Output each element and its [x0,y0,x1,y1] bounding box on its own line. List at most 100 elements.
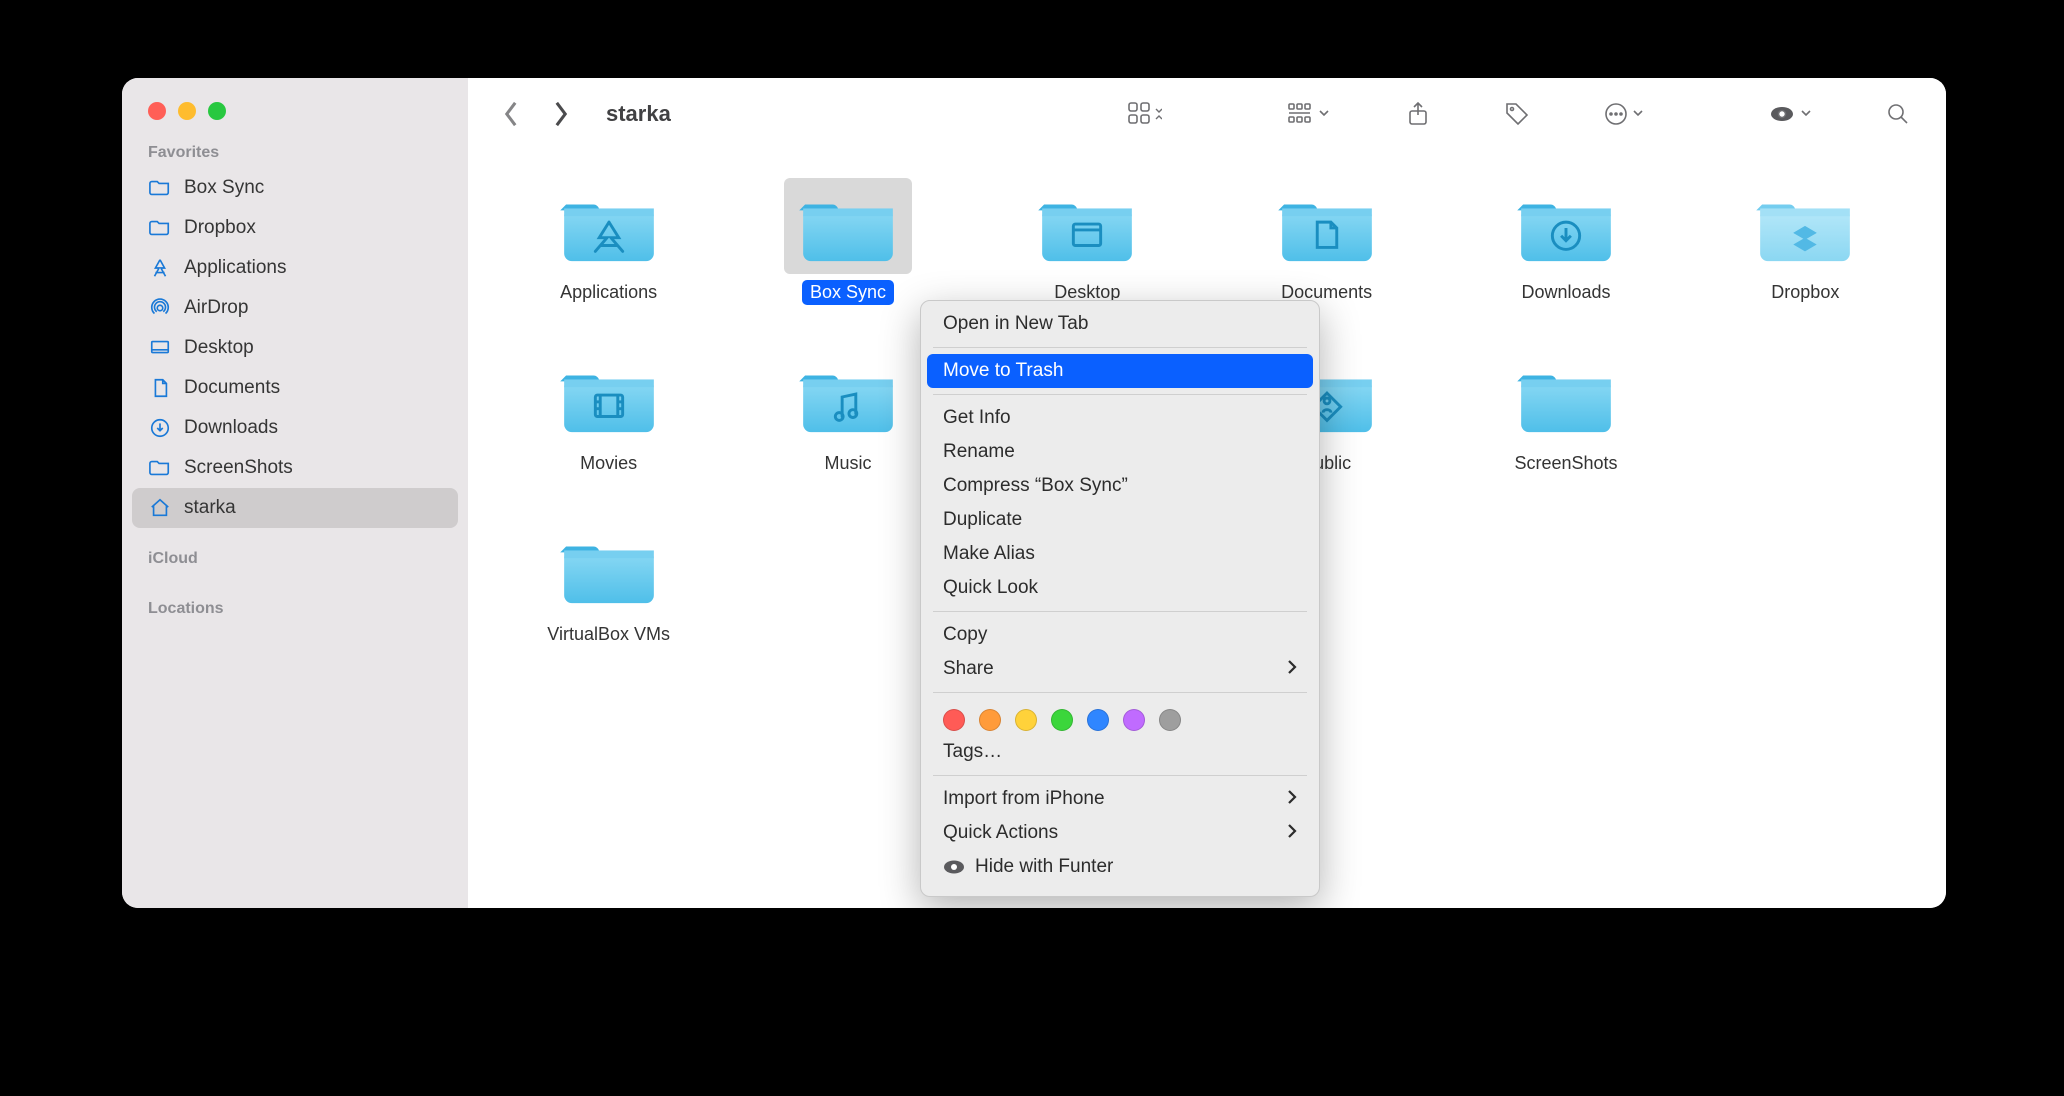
sidebar-item-label: Downloads [184,417,278,439]
folder-icon [1502,178,1630,274]
sidebar-item-label: Box Sync [184,177,264,199]
sidebar-section-favorites: Favorites [122,140,468,168]
folder-label: Downloads [1513,280,1618,305]
folder-box-sync[interactable]: Box Sync [733,178,962,305]
back-button[interactable] [496,94,526,134]
sidebar-item-applications[interactable]: Applications [132,248,458,288]
sidebar-item-screenshots[interactable]: ScreenShots [132,448,458,488]
tag-gray[interactable] [1159,709,1181,731]
folder-icon [784,349,912,445]
tag-purple[interactable] [1123,709,1145,731]
folder-icon [148,176,172,200]
folder-desktop[interactable]: Desktop [973,178,1202,305]
sidebar-item-starka[interactable]: starka [132,488,458,528]
sidebar-item-label: AirDrop [184,297,248,319]
download-icon [148,416,172,440]
sidebar-item-downloads[interactable]: Downloads [132,408,458,448]
window-title: starka [606,101,671,127]
folder-label: Applications [552,280,665,305]
menu-move-to-trash[interactable]: Move to Trash [927,354,1313,388]
document-icon [148,376,172,400]
folder-label: Music [816,451,879,476]
share-button[interactable] [1398,94,1438,134]
minimize-window-button[interactable] [178,102,196,120]
context-menu: Open in New Tab Move to Trash Get Info R… [920,300,1320,897]
folder-icon [1263,178,1391,274]
menu-compress[interactable]: Compress “Box Sync” [921,469,1319,503]
folder-documents[interactable]: Documents [1212,178,1441,305]
folder-icon [1023,178,1151,274]
folder-dropbox[interactable]: Dropbox [1691,178,1920,305]
menu-separator [933,394,1307,395]
search-button[interactable] [1878,94,1918,134]
tag-blue[interactable] [1087,709,1109,731]
folder-icon [148,216,172,240]
group-by-button[interactable] [1280,94,1340,134]
chevron-right-icon [1287,788,1297,810]
sidebar-item-label: Applications [184,257,286,279]
sidebar-item-label: Documents [184,377,280,399]
sidebar-item-label: Desktop [184,337,254,359]
menu-quick-actions[interactable]: Quick Actions [921,816,1319,850]
folder-screenshots[interactable]: ScreenShots [1451,349,1680,476]
forward-button[interactable] [546,94,576,134]
sidebar-item-documents[interactable]: Documents [132,368,458,408]
chevron-right-icon [1287,822,1297,844]
menu-hide-with-funter[interactable]: Hide with Funter [921,850,1319,884]
folder-icon [545,520,673,616]
sidebar-item-label: Dropbox [184,217,256,239]
folder-applications[interactable]: Applications [494,178,723,305]
sidebar-item-box-sync[interactable]: Box Sync [132,168,458,208]
applications-icon [148,256,172,280]
menu-separator [933,611,1307,612]
menu-tags[interactable]: Tags… [921,735,1319,769]
desktop-icon [148,336,172,360]
folder-downloads[interactable]: Downloads [1451,178,1680,305]
folder-icon [148,456,172,480]
menu-duplicate[interactable]: Duplicate [921,503,1319,537]
sidebar-section-icloud: iCloud [122,546,468,574]
fullscreen-window-button[interactable] [208,102,226,120]
sidebar-item-dropbox[interactable]: Dropbox [132,208,458,248]
more-actions-button[interactable] [1596,94,1652,134]
sidebar-item-desktop[interactable]: Desktop [132,328,458,368]
menu-tag-colors [921,699,1319,735]
menu-make-alias[interactable]: Make Alias [921,537,1319,571]
menu-separator [933,775,1307,776]
folder-virtualbox-vms[interactable]: VirtualBox VMs [494,520,723,647]
menu-quick-look[interactable]: Quick Look [921,571,1319,605]
folder-icon [784,178,912,274]
menu-share[interactable]: Share [921,652,1319,686]
folder-label: Box Sync [802,280,894,305]
folder-movies[interactable]: Movies [494,349,723,476]
menu-copy[interactable]: Copy [921,618,1319,652]
menu-open-new-tab[interactable]: Open in New Tab [921,307,1319,341]
tag-red[interactable] [943,709,965,731]
eye-icon [943,856,965,878]
folder-label: Movies [572,451,645,476]
view-icons-button[interactable] [1120,94,1170,134]
airdrop-icon [148,296,172,320]
funter-toggle-button[interactable] [1762,94,1820,134]
folder-icon [545,178,673,274]
sidebar-item-label: starka [184,497,236,519]
sidebar: Favorites Box Sync Dropbox Applications … [122,78,468,908]
folder-icon [545,349,673,445]
tag-green[interactable] [1051,709,1073,731]
sidebar-section-locations: Locations [122,596,468,624]
folder-icon [1741,178,1869,274]
sidebar-item-airdrop[interactable]: AirDrop [132,288,458,328]
close-window-button[interactable] [148,102,166,120]
menu-separator [933,692,1307,693]
folder-label: Dropbox [1763,280,1847,305]
toolbar: starka [468,78,1946,150]
tags-button[interactable] [1496,94,1538,134]
menu-import-from-iphone[interactable]: Import from iPhone [921,782,1319,816]
folder-icon [1502,349,1630,445]
window-controls [122,102,468,140]
tag-orange[interactable] [979,709,1001,731]
menu-get-info[interactable]: Get Info [921,401,1319,435]
menu-rename[interactable]: Rename [921,435,1319,469]
tag-yellow[interactable] [1015,709,1037,731]
home-icon [148,496,172,520]
